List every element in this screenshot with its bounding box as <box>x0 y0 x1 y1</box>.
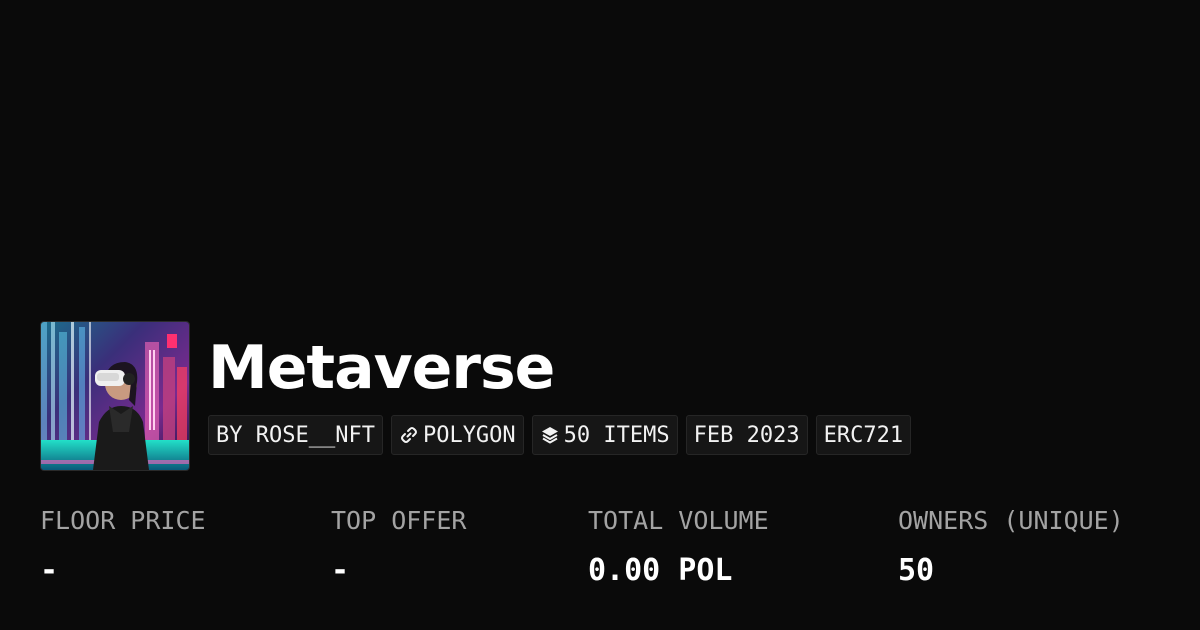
creator-label: BY ROSE__NFT <box>216 422 375 448</box>
collection-info: Metaverse BY ROSE__NFT POLYGON 50 ITEMS … <box>208 321 912 455</box>
stats-row: FLOOR PRICE - TOP OFFER - TOTAL VOLUME 0… <box>0 505 1200 605</box>
badge-row: BY ROSE__NFT POLYGON 50 ITEMS FEB 2023 E… <box>208 415 912 455</box>
stat-floor-price: FLOOR PRICE - <box>40 505 206 587</box>
chain-link-icon <box>399 425 419 445</box>
total-volume-label: TOTAL VOLUME <box>588 506 769 535</box>
avatar-image <box>41 322 189 470</box>
items-label: 50 ITEMS <box>563 422 670 448</box>
total-volume-value: 0.00 POL <box>588 553 733 588</box>
creator-badge[interactable]: BY ROSE__NFT <box>208 415 383 455</box>
stat-owners: OWNERS (UNIQUE) 50 <box>898 505 1124 587</box>
stat-top-offer: TOP OFFER - <box>331 505 466 587</box>
top-offer-value: - <box>331 553 350 588</box>
date-label: FEB 2023 <box>693 422 800 448</box>
floor-price-label: FLOOR PRICE <box>40 506 206 535</box>
stat-total-volume: TOTAL VOLUME 0.00 POL <box>588 505 769 587</box>
standard-badge: ERC721 <box>815 415 912 455</box>
chain-label: POLYGON <box>422 422 516 448</box>
items-badge[interactable]: 50 ITEMS <box>531 415 678 455</box>
collection-avatar[interactable] <box>40 321 190 471</box>
layers-icon <box>540 425 560 445</box>
date-badge: FEB 2023 <box>685 415 808 455</box>
top-offer-label: TOP OFFER <box>331 506 467 535</box>
collection-title: Metaverse <box>208 333 555 403</box>
owners-label: OWNERS (UNIQUE) <box>898 506 1124 535</box>
floor-price-value: - <box>40 553 59 588</box>
owners-value: 50 <box>898 553 935 588</box>
standard-label: ERC721 <box>823 422 904 448</box>
collection-header: Metaverse BY ROSE__NFT POLYGON 50 ITEMS … <box>40 321 912 471</box>
chain-badge[interactable]: POLYGON <box>390 415 524 455</box>
